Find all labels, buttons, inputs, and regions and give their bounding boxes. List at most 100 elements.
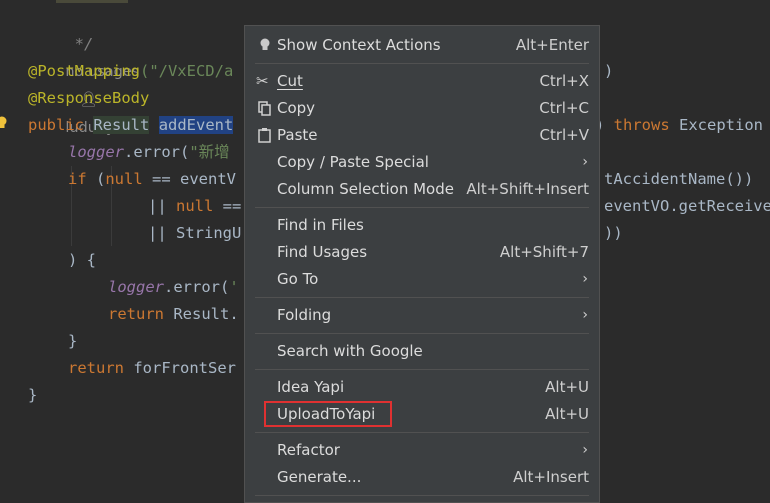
menu-item-search-with-google[interactable]: Search with Google (245, 338, 599, 365)
menu-item-shortcut: Alt+Enter (515, 36, 589, 54)
code-line: || null == (148, 193, 241, 220)
menu-item-shortcut: Alt+U (545, 405, 589, 423)
context-menu: Show Context Actions Alt+Enter ✂︎ Cut Ct… (244, 25, 600, 503)
code-text: StringU (176, 224, 242, 242)
menu-item-paste[interactable]: Paste Ctrl+V (245, 122, 599, 149)
copy-icon (258, 101, 271, 116)
menu-item-idea-yapi[interactable]: Idea Yapi Alt+U (245, 374, 599, 401)
menu-item-copy-paste-special[interactable]: Copy / Paste Special › (245, 149, 599, 176)
code-text: || (148, 224, 176, 242)
menu-item-find-in-files[interactable]: Find in Files (245, 212, 599, 239)
menu-item-cut[interactable]: ✂︎ Cut Ctrl+X (245, 68, 599, 95)
code-line: @ResponseBody (28, 85, 149, 112)
code-string: ("/VxECD/a (139, 62, 234, 80)
code-text: .error( (164, 278, 230, 296)
menu-item-column-selection-mode[interactable]: Column Selection Mode Alt+Shift+Insert (245, 176, 599, 203)
menu-separator (255, 333, 589, 334)
code-line: } (28, 382, 37, 409)
menu-item-find-usages[interactable]: Find Usages Alt+Shift+7 (245, 239, 599, 266)
code-text: .error( (124, 143, 190, 161)
menu-item-shortcut: Alt+Insert (513, 468, 589, 486)
menu-item-shortcut: Ctrl+X (539, 72, 589, 90)
menu-item-label: Idea Yapi (277, 378, 345, 396)
menu-item-show-context-actions[interactable]: Show Context Actions Alt+Enter (245, 32, 599, 59)
chevron-right-icon: › (582, 271, 588, 287)
menu-item-shortcut: Ctrl+C (539, 99, 589, 117)
code-text: Result. (164, 305, 239, 323)
menu-separator (255, 495, 589, 496)
menu-item-shortcut: Alt+U (545, 378, 589, 396)
type-name: Result (93, 116, 150, 134)
menu-item-folding[interactable]: Folding › (245, 302, 599, 329)
highlight-box (264, 401, 392, 427)
chevron-right-icon: › (582, 442, 588, 458)
menu-item-label: Generate... (277, 468, 362, 486)
code-line: @PostMapping("/VxECD/a (28, 58, 233, 85)
code-text: eventVO.getReceive (604, 197, 770, 215)
field-logger: logger (68, 143, 124, 161)
code-line: return forFrontSer (68, 355, 236, 382)
code-text: == eventV (142, 170, 236, 188)
menu-item-label: Copy / Paste Special (277, 153, 429, 171)
annotation-postmapping: @PostMapping (28, 62, 140, 80)
menu-item-label: Folding (277, 306, 332, 324)
menu-item-copy[interactable]: Copy Ctrl+C (245, 95, 599, 122)
code-text: forFrontSer (133, 359, 236, 377)
code-line: */ (28, 4, 94, 53)
selection-fragment (56, 0, 128, 3)
menu-item-label: Search with Google (277, 342, 423, 360)
keyword: public (28, 116, 84, 134)
code-vision-hints: no usages 👤︎ ludunyue (28, 31, 139, 136)
menu-item-label: Copy (277, 99, 316, 117)
menu-item-shortcut: Ctrl+V (539, 126, 589, 144)
code-text: tAccidentName()) (604, 170, 754, 188)
menu-item-shortcut: Alt+Shift+Insert (466, 180, 589, 198)
scissors-icon: ✂︎ (256, 72, 269, 90)
code-text: } (28, 386, 38, 404)
menu-item-shortcut: Alt+Shift+7 (499, 243, 589, 261)
code-line: if (null == eventV (68, 166, 236, 193)
code-line: } (68, 328, 77, 355)
menu-item-label: Find Usages (277, 243, 368, 261)
lightbulb-gutter-icon[interactable] (0, 116, 8, 130)
keyword: return (68, 359, 124, 377)
code-line: logger.error(' (108, 274, 239, 301)
menu-item-refactor[interactable]: Refactor › (245, 437, 599, 464)
method-name: addEvent (158, 116, 234, 134)
keyword: return (108, 305, 164, 323)
lightbulb-icon (260, 38, 270, 50)
paste-icon (258, 128, 271, 143)
code-text: == (213, 197, 242, 215)
menu-separator (255, 432, 589, 433)
menu-separator (255, 297, 589, 298)
code-text: } (68, 332, 78, 350)
keyword: throws (613, 116, 670, 134)
code-text: )) (604, 224, 623, 242)
menu-item-generate[interactable]: Generate... Alt+Insert (245, 464, 599, 491)
menu-separator (255, 207, 589, 208)
keyword: if (68, 170, 87, 188)
menu-item-label: Refactor (277, 441, 340, 459)
menu-item-go-to[interactable]: Go To › (245, 266, 599, 293)
code-fragment: tAccidentName()) (604, 166, 753, 193)
menu-item-label: Go To (277, 270, 319, 288)
menu-separator (255, 63, 589, 64)
annotation-responsebody: @ResponseBody (28, 89, 150, 107)
code-string: "新增 (189, 143, 230, 161)
code-text: ) (604, 62, 614, 80)
menu-item-label: Column Selection Mode (277, 180, 454, 198)
code-line: logger.error("新增 (68, 139, 230, 166)
code-text: ( (86, 170, 106, 188)
code-fragment: ) (604, 58, 613, 85)
code-line: public Result addEvent (28, 112, 234, 139)
menu-item-label: Paste (277, 126, 318, 144)
chevron-right-icon: › (582, 307, 588, 323)
menu-item-label: Find in Files (277, 216, 364, 234)
menu-item-label: Cut (277, 72, 303, 90)
code-line: ) { (68, 247, 96, 274)
code-text: || (148, 197, 176, 215)
field-logger: logger (108, 278, 164, 296)
chevron-right-icon: › (582, 154, 588, 170)
code-text: ) { (68, 251, 96, 269)
code-line: || StringU (148, 220, 241, 247)
